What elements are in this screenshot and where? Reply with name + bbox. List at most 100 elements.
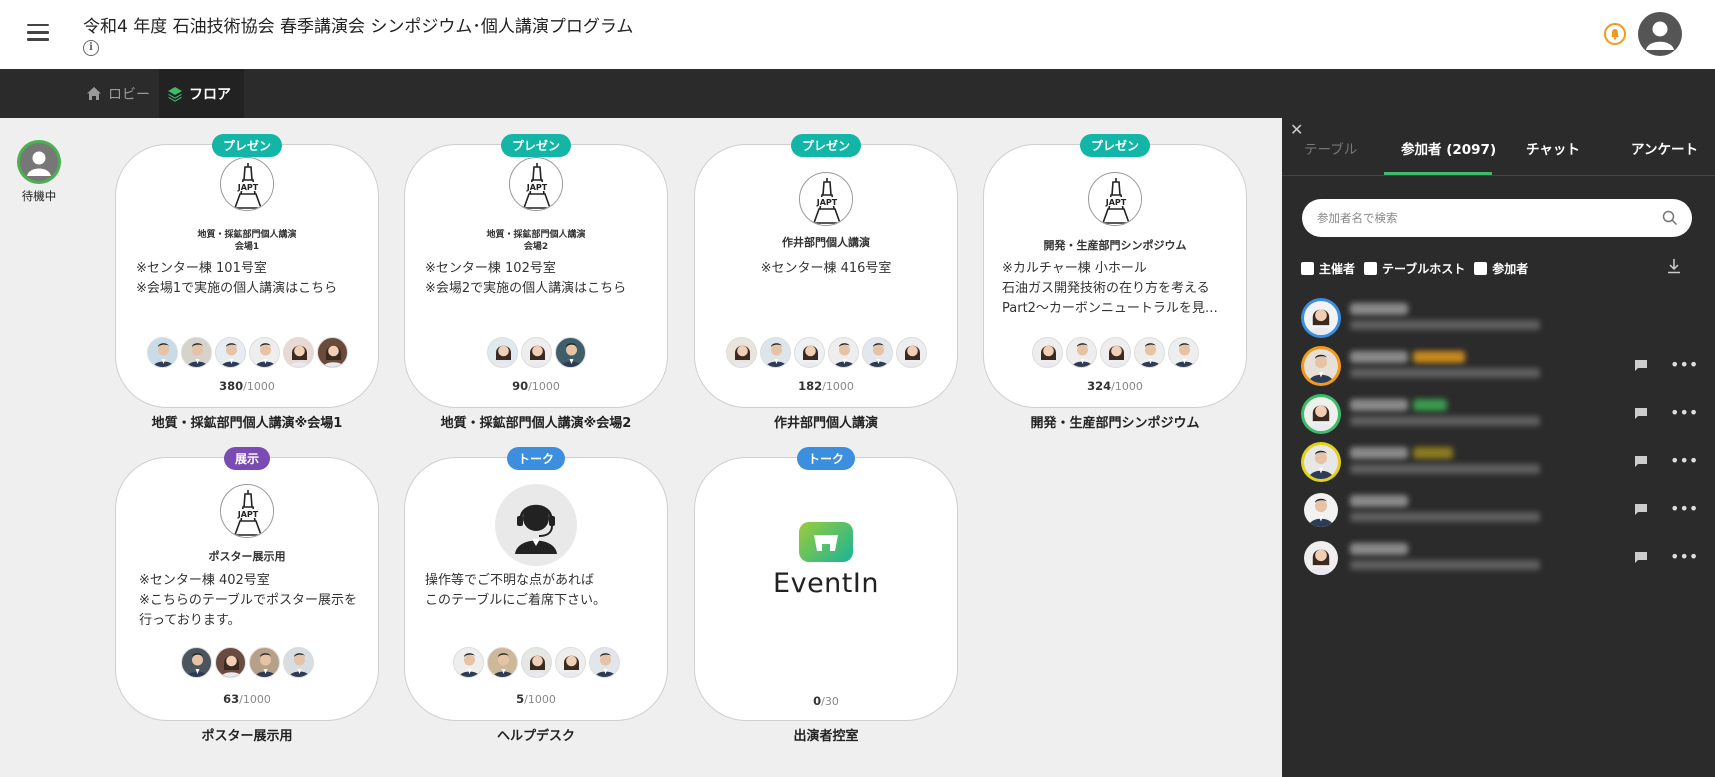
avatar[interactable]: [486, 647, 518, 678]
participant-avatar[interactable]: [1301, 394, 1341, 434]
participant-row[interactable]: •••: [1301, 538, 1701, 586]
checkbox[interactable]: [1364, 262, 1378, 275]
avatar[interactable]: [214, 647, 246, 678]
avatar[interactable]: [282, 337, 314, 368]
filter-organizer[interactable]: 主催者: [1301, 260, 1355, 277]
participant-affiliation: [1350, 512, 1540, 522]
notification-bell-icon[interactable]: [1604, 23, 1626, 45]
avatar[interactable]: [248, 337, 280, 368]
checkbox[interactable]: [1474, 262, 1488, 275]
more-options-icon[interactable]: •••: [1670, 451, 1698, 470]
download-icon[interactable]: [1667, 258, 1681, 274]
avatar[interactable]: [520, 647, 552, 678]
avatar[interactable]: [282, 647, 314, 678]
avatar[interactable]: [214, 337, 246, 368]
standby-seat[interactable]: 待機中: [16, 140, 62, 204]
avatar[interactable]: [180, 337, 212, 368]
eventin-logo-icon: [799, 522, 853, 562]
avatar[interactable]: [452, 647, 484, 678]
table-subtitle-2: 会場1: [234, 242, 260, 252]
table-performer-room[interactable]: トーク EventIn 0/30: [694, 447, 958, 721]
avatar[interactable]: [725, 337, 757, 368]
more-options-icon[interactable]: •••: [1670, 547, 1698, 566]
table-label: ヘルプデスク: [496, 729, 575, 744]
table-label: 地質・採鉱部門個人講演※会場2: [440, 416, 632, 431]
avatar[interactable]: [759, 337, 791, 368]
participant-affiliation: [1350, 560, 1540, 570]
participant-row[interactable]: [1301, 298, 1701, 346]
avatar[interactable]: [146, 337, 178, 368]
table-poster[interactable]: 展示 ポスター展示用 ※センター棟 402号室 ※こちらのテーブルでポスター展示…: [115, 447, 379, 721]
participant-name: [1350, 447, 1408, 459]
table-avatars: [116, 337, 378, 368]
filter-table-host[interactable]: テーブルホスト: [1364, 260, 1465, 277]
chat-icon[interactable]: [1634, 503, 1648, 516]
participant-avatar[interactable]: [1301, 538, 1341, 578]
avatar[interactable]: [1031, 337, 1063, 368]
tab-survey[interactable]: アンケート: [1631, 138, 1698, 158]
avatar[interactable]: [1065, 337, 1097, 368]
seat-count: 90/1000: [512, 379, 560, 393]
avatar[interactable]: [1167, 337, 1199, 368]
avatar[interactable]: [316, 337, 348, 368]
participant-row[interactable]: •••: [1301, 490, 1701, 538]
avatar[interactable]: [793, 337, 825, 368]
table-subtitle: 開発・生産部門シンポジウム: [1043, 239, 1187, 252]
participant-affiliation: [1350, 464, 1540, 474]
participant-affiliation: [1350, 320, 1540, 330]
tab-chat[interactable]: チャット: [1526, 138, 1580, 158]
chat-icon[interactable]: [1634, 551, 1648, 564]
table-description: ※カルチャー棟 小ホール 石油ガス開発技術の在り方を考える Part2～カーボン…: [1002, 261, 1218, 316]
close-icon[interactable]: ✕: [1290, 120, 1303, 139]
standby-avatar[interactable]: [17, 140, 61, 184]
avatar[interactable]: [1099, 337, 1131, 368]
avatar[interactable]: [554, 337, 586, 368]
table-geology-room2[interactable]: プレゼン 地質・採鉱部門個人講演 会場2 ※センター棟 102号室 ※会場2で実…: [404, 134, 668, 408]
search-input[interactable]: [1317, 199, 1647, 237]
more-options-icon[interactable]: •••: [1670, 403, 1698, 422]
avatar[interactable]: [486, 337, 518, 368]
avatar[interactable]: [248, 647, 280, 678]
role-badge: [1413, 351, 1465, 363]
tab-divider: [1282, 175, 1715, 176]
participant-row[interactable]: •••: [1301, 346, 1701, 394]
avatar[interactable]: [554, 647, 586, 678]
search-icon[interactable]: [1662, 210, 1678, 226]
participant-avatar[interactable]: [1301, 442, 1341, 482]
info-icon[interactable]: i: [83, 40, 99, 56]
participant-row[interactable]: •••: [1301, 394, 1701, 442]
tab-participants[interactable]: 参加者 (2097): [1401, 138, 1496, 158]
avatar[interactable]: [861, 337, 893, 368]
seat-count: 324/1000: [1087, 379, 1143, 393]
avatar[interactable]: [1133, 337, 1165, 368]
chat-icon[interactable]: [1634, 407, 1648, 420]
hamburger-menu-icon[interactable]: [27, 24, 49, 42]
avatar[interactable]: [180, 647, 212, 678]
chat-icon[interactable]: [1634, 455, 1648, 468]
table-drilling[interactable]: プレゼン 作井部門個人講演 ※センター棟 416号室 182/1000: [694, 134, 958, 408]
avatar[interactable]: [895, 337, 927, 368]
participant-name: [1350, 543, 1408, 555]
participant-avatar[interactable]: [1301, 490, 1341, 530]
participant-avatar[interactable]: [1301, 298, 1341, 338]
checkbox[interactable]: [1301, 262, 1314, 275]
avatar[interactable]: [827, 337, 859, 368]
table-development[interactable]: プレゼン 開発・生産部門シンポジウム ※カルチャー棟 小ホール 石油ガス開発技術…: [983, 134, 1247, 408]
participant-avatar[interactable]: [1301, 346, 1341, 386]
filter-participant[interactable]: 参加者: [1474, 260, 1528, 277]
table-geology-room1[interactable]: プレゼン 地質・採鉱部門個人講演 会場1 ※センター棟 101号室 ※会場1で実…: [115, 134, 379, 408]
nav-lobby[interactable]: ロビー: [86, 69, 150, 118]
avatar[interactable]: [588, 647, 620, 678]
more-options-icon[interactable]: •••: [1670, 499, 1698, 518]
avatar[interactable]: [520, 337, 552, 368]
chat-icon[interactable]: [1634, 359, 1648, 372]
more-options-icon[interactable]: •••: [1670, 355, 1698, 374]
tab-tables[interactable]: テーブル: [1304, 138, 1357, 158]
user-avatar[interactable]: [1638, 12, 1682, 56]
table-helpdesk[interactable]: トーク 操作等でご不明な点があれば このテーブルにご着席下さい。 5/1000: [404, 447, 668, 721]
nav-floor[interactable]: フロア: [159, 69, 244, 118]
japt-logo-icon: [1088, 172, 1142, 226]
participant-search: [1302, 199, 1692, 237]
participant-row[interactable]: •••: [1301, 442, 1701, 490]
table-type-tag: プレゼン: [500, 134, 572, 157]
